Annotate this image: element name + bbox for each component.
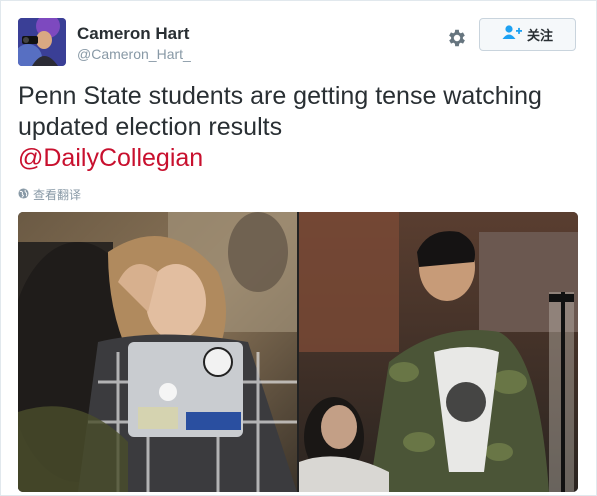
gear-icon[interactable] xyxy=(446,27,468,49)
mention-link[interactable]: @DailyCollegian xyxy=(18,144,203,172)
translate-label: 查看翻译 xyxy=(33,188,82,202)
photo-student-female[interactable] xyxy=(18,212,297,492)
photo-student-male[interactable] xyxy=(299,212,578,492)
translate-link[interactable]: 查看翻译 xyxy=(18,186,81,203)
follow-button[interactable]: 关注 xyxy=(479,18,576,51)
add-user-icon xyxy=(502,24,522,45)
display-name[interactable]: Cameron Hart xyxy=(77,24,191,44)
tweet-header: Cameron Hart @Cameron_Hart_ 关注 xyxy=(18,18,576,70)
globe-icon xyxy=(18,187,33,202)
user-names: Cameron Hart @Cameron_Hart_ xyxy=(77,24,191,63)
media-grid xyxy=(18,212,578,492)
tweet-text: Penn State students are getting tense wa… xyxy=(18,81,578,174)
tweet-body: Penn State students are getting tense wa… xyxy=(18,82,542,141)
tweet-card: Cameron Hart @Cameron_Hart_ 关注 Penn Stat… xyxy=(0,0,597,496)
user-handle[interactable]: @Cameron_Hart_ xyxy=(77,45,191,63)
avatar[interactable] xyxy=(18,18,66,66)
follow-label: 关注 xyxy=(526,28,553,43)
